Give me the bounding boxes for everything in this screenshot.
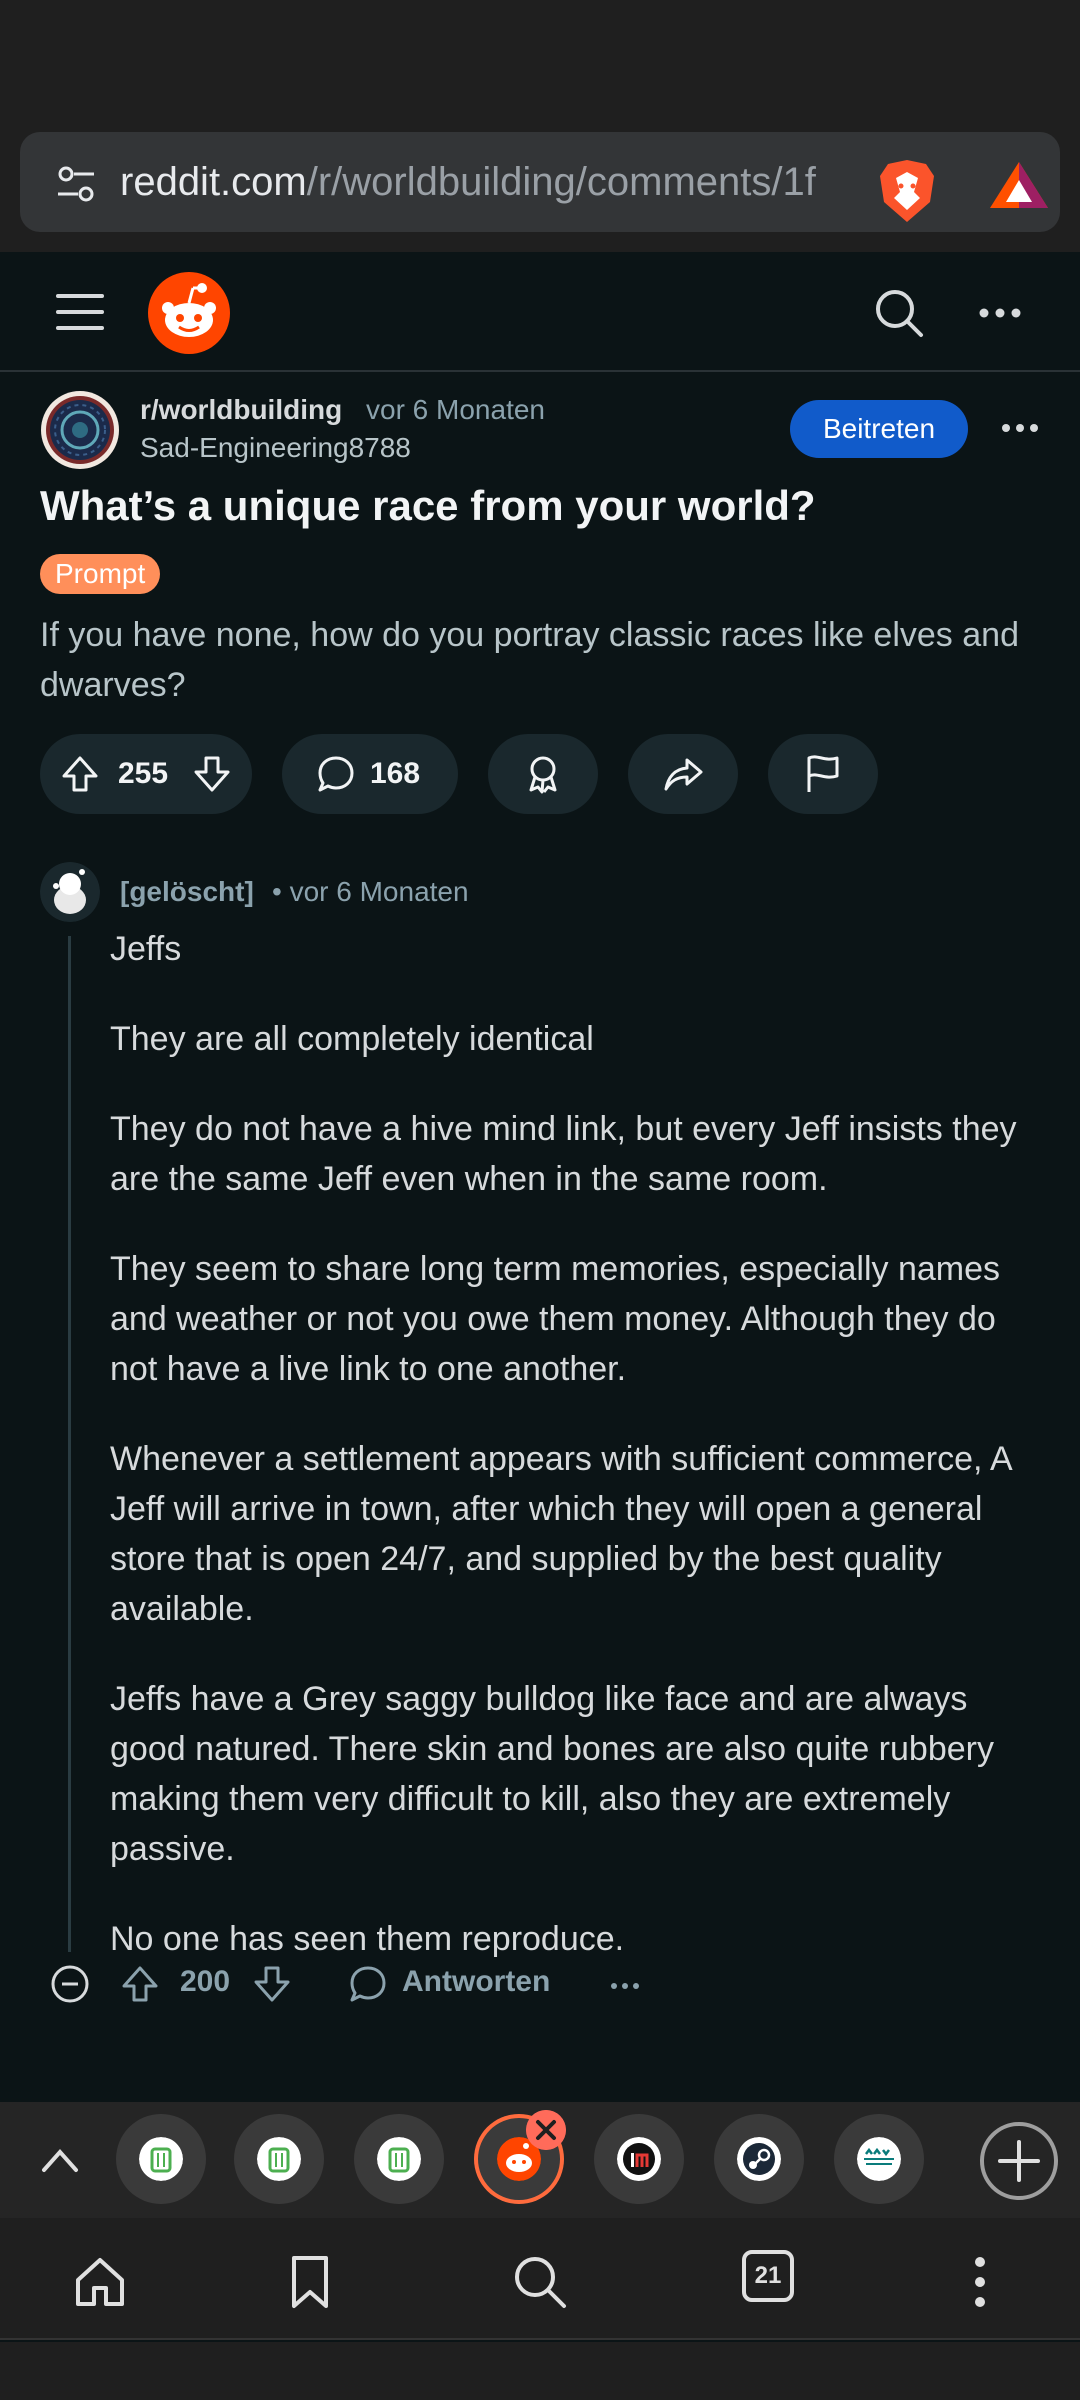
post-content[interactable]: r/worldbuilding vor 6 Monaten Sad-Engine… <box>0 372 1080 2102</box>
search-icon[interactable] <box>874 288 924 338</box>
trash-site-icon <box>257 2137 301 2181</box>
share-button[interactable] <box>628 734 738 814</box>
search-icon[interactable] <box>512 2254 568 2310</box>
flag-icon <box>807 755 839 792</box>
comment-body: Jeffs They are all completely identical … <box>110 924 1050 2004</box>
home-icon[interactable] <box>72 2254 128 2310</box>
comment-paragraph: Whenever a settlement appears with suffi… <box>110 1440 1011 1628</box>
reddit-logo-icon[interactable] <box>148 272 230 354</box>
post-more-icon[interactable] <box>1000 416 1040 440</box>
comment-avatar <box>40 862 100 922</box>
im-site-icon <box>617 2137 661 2181</box>
comment-icon <box>318 756 354 792</box>
post-header: r/worldbuilding vor 6 Monaten Sad-Engine… <box>40 382 1040 472</box>
comment-paragraph: They do not have a hive mind link, but e… <box>110 1110 1017 1198</box>
join-button[interactable]: Beitreten <box>790 400 968 458</box>
tab-switcher-button[interactable]: 21 <box>742 2250 794 2302</box>
address-bar[interactable]: reddit.com/r/worldbuilding/comments/1f <box>20 132 1060 232</box>
post-body: If you have none, how do you portray cla… <box>40 616 1019 704</box>
comment-count: 168 <box>370 757 421 790</box>
reply-button[interactable]: Antworten <box>402 1960 550 2004</box>
comment-paragraph: They seem to share long term memories, e… <box>110 1250 1001 1388</box>
reply-icon[interactable] <box>348 1964 388 2004</box>
tab-thumbnail[interactable] <box>354 2114 444 2204</box>
subreddit-avatar[interactable] <box>40 390 120 470</box>
close-tab-icon[interactable] <box>526 2110 566 2150</box>
browser-bottom-bar: 21 <box>0 2218 1080 2340</box>
post-flair[interactable]: Prompt <box>40 554 161 594</box>
new-tab-icon[interactable] <box>978 2120 1060 2202</box>
comment-score: 200 <box>180 1965 231 1998</box>
comment-paragraph: Jeffs <box>110 930 182 968</box>
comment-paragraph: They are all completely identical <box>110 1020 594 1058</box>
tab-thumbnail[interactable] <box>834 2114 924 2204</box>
more-options-icon[interactable] <box>978 300 1022 326</box>
rmv-site-icon <box>857 2137 901 2181</box>
status-bar <box>0 0 1080 120</box>
steam-icon <box>737 2137 781 2181</box>
url-text[interactable]: reddit.com/r/worldbuilding/comments/1f <box>120 156 860 208</box>
award-icon <box>529 756 557 794</box>
report-button[interactable] <box>768 734 878 814</box>
bookmark-icon[interactable] <box>282 2254 338 2310</box>
brave-shields-icon[interactable] <box>878 158 936 224</box>
comment-downvote-icon[interactable] <box>252 1964 292 2004</box>
tab-thumbnail[interactable] <box>714 2114 804 2204</box>
browser-menu-icon[interactable] <box>952 2254 1008 2310</box>
tab-thumbnail[interactable] <box>234 2114 324 2204</box>
comments-button[interactable]: 168 <box>282 734 458 814</box>
share-icon <box>664 758 703 791</box>
chevron-up-icon[interactable] <box>40 2142 80 2178</box>
browser-toolbar: reddit.com/r/worldbuilding/comments/1f <box>0 120 1080 252</box>
post-title[interactable]: What’s a unique race from your world? <box>40 478 1040 534</box>
gesture-area <box>0 2342 1080 2400</box>
comment-author: [gelöscht] <box>120 876 254 907</box>
post-author[interactable]: Sad-Engineering8788 <box>140 432 411 464</box>
award-button[interactable] <box>488 734 598 814</box>
brave-rewards-icon[interactable] <box>988 160 1050 210</box>
comment-upvote-icon[interactable] <box>120 1964 160 2004</box>
subreddit-name[interactable]: r/worldbuilding <box>140 394 342 426</box>
upvote-count: 255 <box>118 757 169 790</box>
post-timestamp: vor 6 Monaten <box>366 394 545 425</box>
menu-icon[interactable] <box>56 292 104 332</box>
trash-site-icon <box>377 2137 421 2181</box>
tab-strip <box>0 2102 1080 2218</box>
comment-more-icon[interactable] <box>610 1976 640 1996</box>
vote-bar: 255 <box>40 734 252 814</box>
comment-paragraph: Jeffs have a Grey saggy bulldog like fac… <box>110 1680 994 1868</box>
comment-actions: 200 Antworten <box>0 1952 1080 2012</box>
tab-thumbnail[interactable] <box>116 2114 206 2204</box>
collapse-icon[interactable] <box>50 1964 90 2004</box>
tab-thumbnail[interactable] <box>594 2114 684 2204</box>
comment-timestamp: • vor 6 Monaten <box>272 876 469 907</box>
downvote-icon[interactable] <box>192 754 232 794</box>
reddit-header <box>0 252 1080 372</box>
upvote-icon[interactable] <box>60 754 100 794</box>
site-settings-icon[interactable] <box>56 164 96 204</box>
post-actions: 255 168 <box>40 734 1040 814</box>
trash-site-icon <box>139 2137 183 2181</box>
thread-line[interactable] <box>68 936 71 1952</box>
